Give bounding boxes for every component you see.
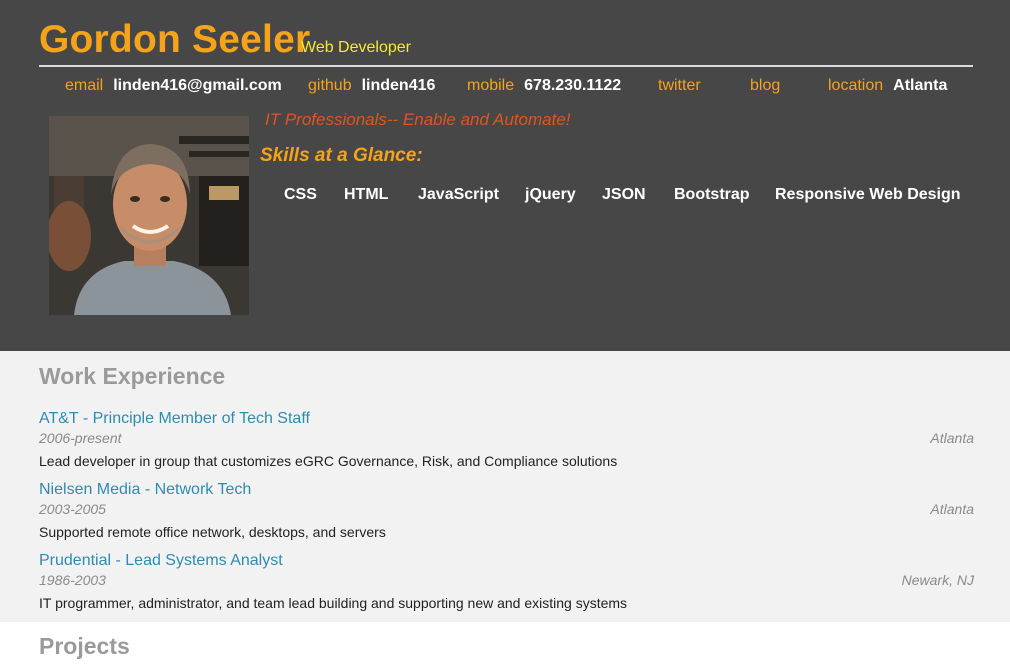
job-location: Newark, NJ: [901, 572, 974, 588]
job-dates: 1986-2003: [39, 572, 106, 588]
blog-link[interactable]: blog: [750, 77, 790, 95]
work-experience-heading: Work Experience: [39, 363, 226, 389]
contact-location: location Atlanta: [828, 77, 947, 95]
job-description: Lead developer in group that customizes …: [39, 453, 618, 469]
skill-item: Responsive Web Design: [775, 186, 961, 203]
skill-item: jQuery: [525, 186, 576, 203]
contact-email[interactable]: email linden416@gmail.com: [65, 77, 282, 95]
header-divider: [39, 65, 973, 67]
job-title-link[interactable]: AT&T - Principle Member of Tech Staff: [39, 410, 310, 428]
job-description: Supported remote office network, desktop…: [39, 524, 386, 540]
contact-mobile-value[interactable]: 678.230.1122: [524, 77, 621, 94]
twitter-link[interactable]: twitter: [658, 77, 711, 95]
job-role: Web Developer: [301, 39, 411, 56]
contact-github-label: github: [308, 77, 352, 94]
contact-mobile[interactable]: mobile 678.230.1122: [467, 77, 621, 95]
tagline: IT Professionals-- Enable and Automate!: [265, 110, 571, 129]
contact-email-value[interactable]: linden416@gmail.com: [113, 77, 282, 94]
contact-location-label: location: [828, 77, 884, 94]
job-title-link[interactable]: Nielsen Media - Network Tech: [39, 481, 251, 499]
contact-email-label: email: [65, 77, 104, 94]
job-location: Atlanta: [930, 430, 974, 446]
projects-heading: Projects: [39, 633, 130, 659]
skill-item: JavaScript: [418, 186, 499, 203]
job-dates: 2006-present: [39, 430, 122, 446]
skill-item: JSON: [602, 186, 646, 203]
job-dates: 2003-2005: [39, 501, 106, 517]
contact-github[interactable]: github linden416: [308, 77, 435, 95]
work-experience-section: Work Experience AT&T - Principle Member …: [0, 351, 1010, 622]
skill-item: Bootstrap: [674, 186, 750, 203]
job-title-link[interactable]: Prudential - Lead Systems Analyst: [39, 552, 283, 570]
person-name: Gordon Seeler: [39, 18, 311, 61]
twitter-label[interactable]: twitter: [658, 77, 701, 94]
blog-label[interactable]: blog: [750, 77, 780, 94]
skill-item: HTML: [344, 186, 389, 203]
profile-photo-image: [49, 116, 249, 315]
resume-header: Gordon Seeler Web Developer email linden4…: [0, 0, 1010, 351]
skills-heading: Skills at a Glance:: [260, 145, 423, 166]
job-location: Atlanta: [930, 501, 974, 517]
profile-photo: [49, 116, 249, 315]
contact-location-value: Atlanta: [893, 77, 948, 94]
contact-github-value[interactable]: linden416: [362, 77, 436, 94]
skill-item: CSS: [284, 186, 317, 203]
job-description: IT programmer, administrator, and team l…: [39, 595, 628, 611]
contact-mobile-label: mobile: [467, 77, 515, 94]
